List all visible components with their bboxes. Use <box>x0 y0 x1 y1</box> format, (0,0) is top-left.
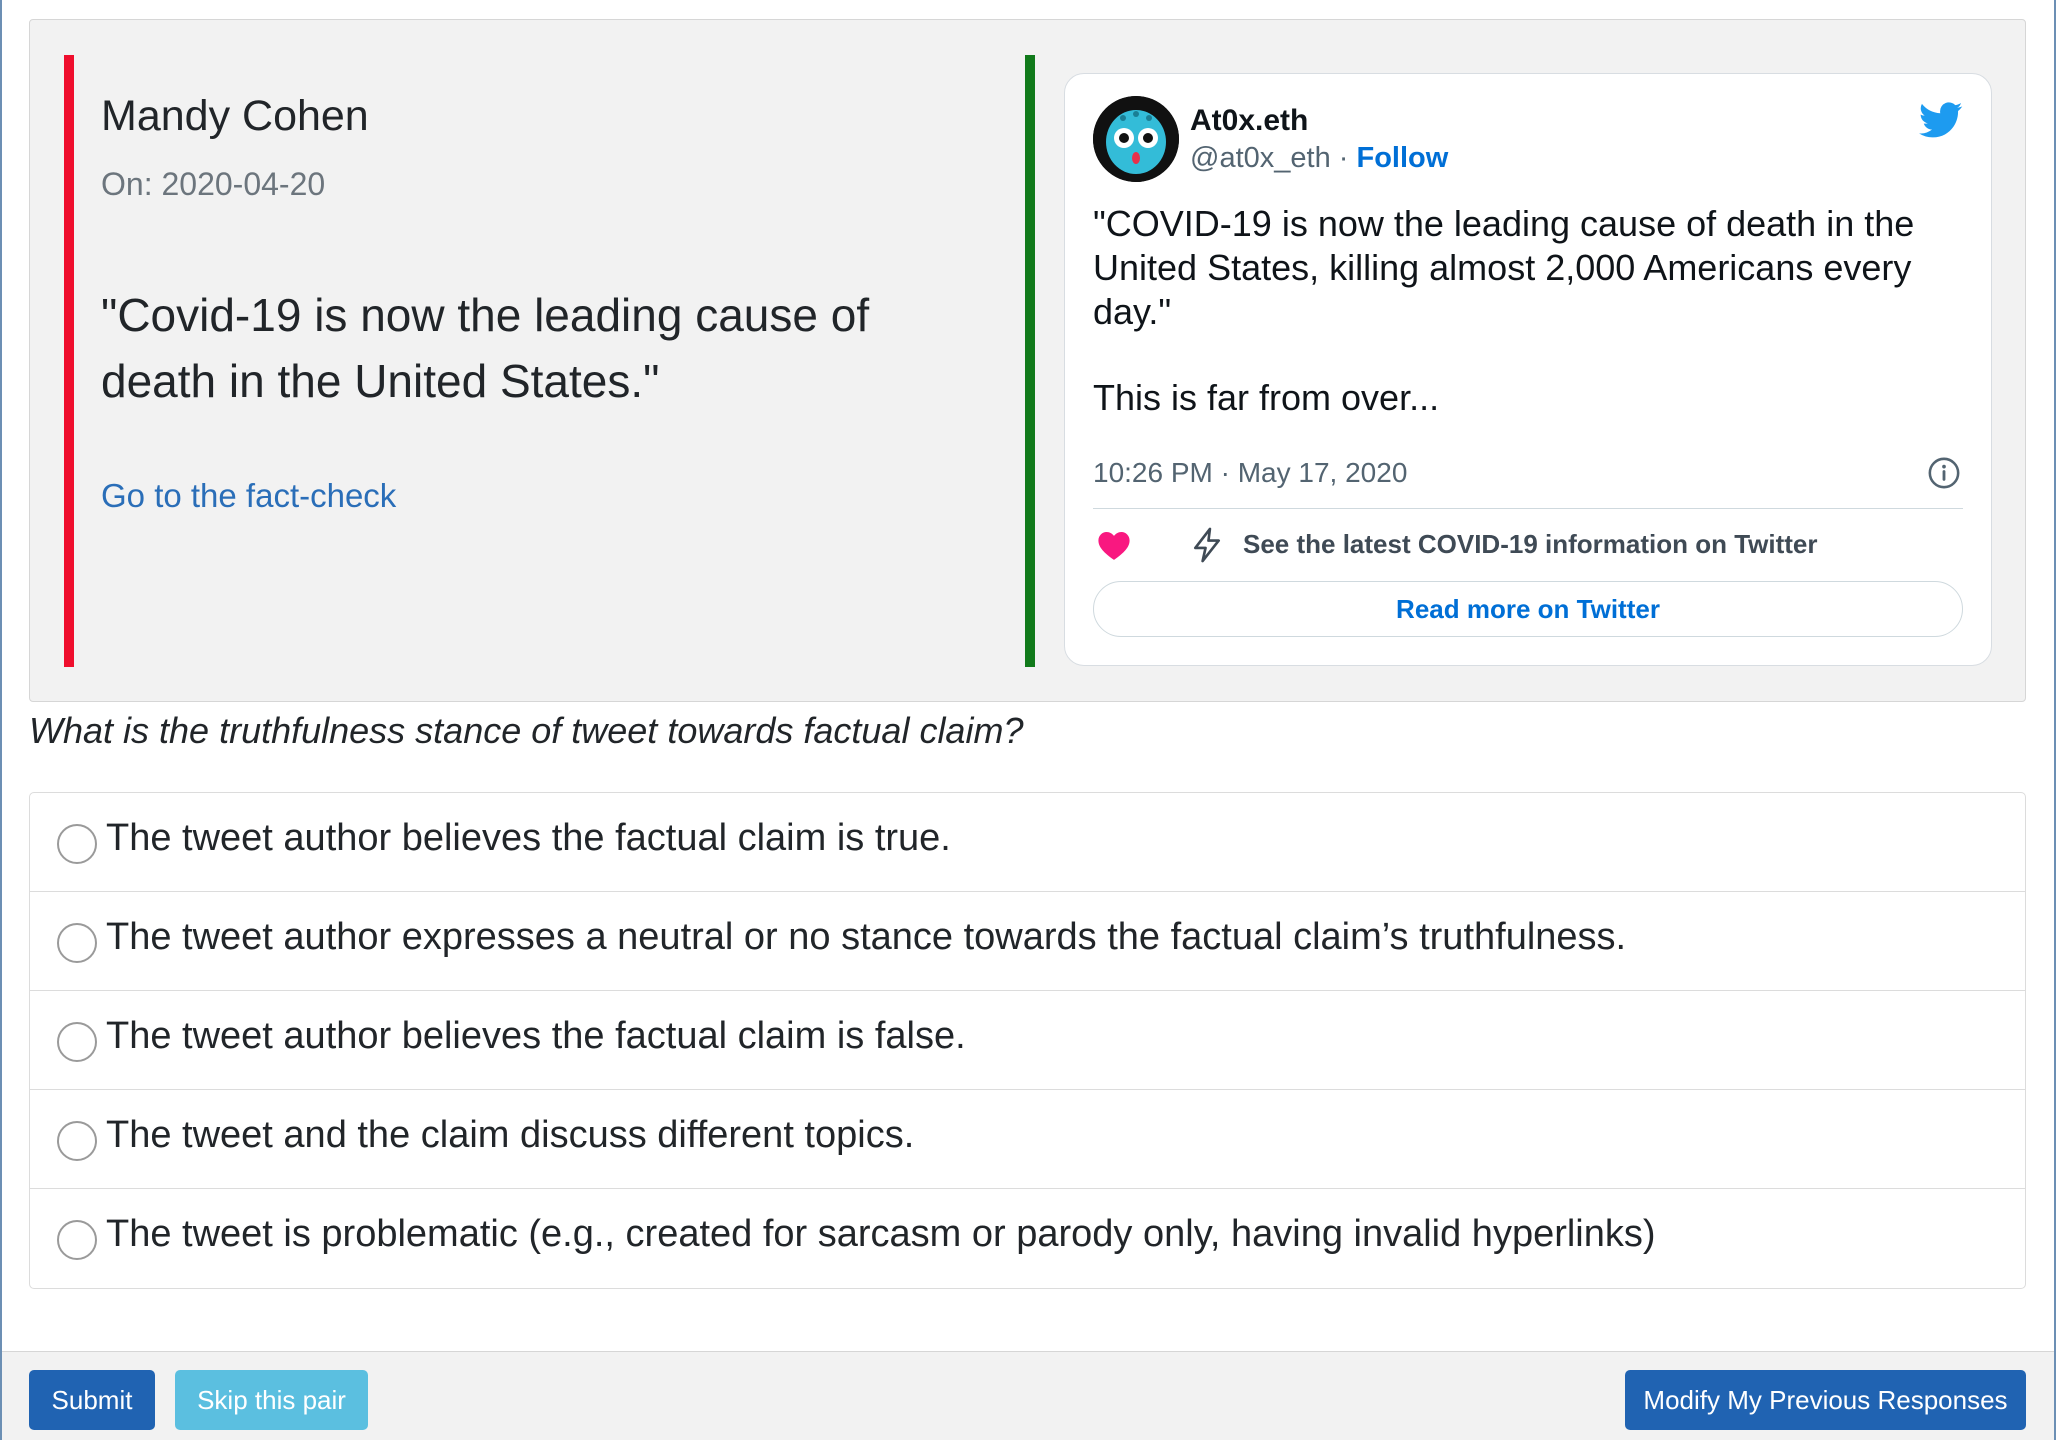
option-label[interactable]: The tweet is problematic (e.g., created … <box>106 1213 1656 1256</box>
tweet-handle[interactable]: @at0x_eth <box>1190 142 1331 174</box>
option-label[interactable]: The tweet and the claim discuss differen… <box>106 1114 914 1157</box>
stance-options: The tweet author believes the factual cl… <box>29 792 2026 1289</box>
claim-quote: "Covid-19 is now the leading cause of de… <box>101 289 870 407</box>
option-false[interactable]: The tweet author believes the factual cl… <box>30 991 2025 1090</box>
heart-icon[interactable] <box>1097 529 1131 561</box>
option-label[interactable]: The tweet author believes the factual cl… <box>106 817 951 860</box>
twitter-bird-icon[interactable] <box>1919 98 1963 142</box>
tweet-handle-row: @at0x_eth · Follow <box>1190 142 1448 175</box>
tweet-text: "COVID-19 is now the leading cause of de… <box>1093 202 1963 420</box>
claim-tweet-panel: Mandy Cohen On: 2020-04-20 "Covid-19 is … <box>29 19 2026 702</box>
tweet-author-name[interactable]: At0x.eth <box>1190 104 1308 138</box>
tweet-divider <box>1093 508 1963 509</box>
claim-date: On: 2020-04-20 <box>101 166 326 202</box>
radio-button[interactable] <box>57 824 97 864</box>
avatar-icon <box>1093 96 1179 182</box>
info-icon[interactable] <box>1927 456 1961 490</box>
radio-button[interactable] <box>57 1220 97 1260</box>
option-neutral[interactable]: The tweet author expresses a neutral or … <box>30 892 2025 991</box>
fact-check-link[interactable]: Go to the fact-check <box>101 477 396 515</box>
option-label[interactable]: The tweet author believes the factual cl… <box>106 1015 966 1058</box>
tweet-text-paragraph-2: This is far from over... <box>1093 377 1440 418</box>
radio-button[interactable] <box>57 1121 97 1161</box>
tweet-accent-bar <box>1025 55 1035 667</box>
option-true[interactable]: The tweet author believes the factual cl… <box>30 793 2025 892</box>
question-prompt: What is the truthfulness stance of tweet… <box>29 710 1024 751</box>
submit-button[interactable]: Submit <box>29 1370 155 1430</box>
radio-button[interactable] <box>57 923 97 963</box>
skip-pair-button[interactable]: Skip this pair <box>175 1370 368 1430</box>
embedded-tweet: At0x.eth @at0x_eth · Follow "COVID-19 is… <box>1064 73 1992 666</box>
tweet-timestamp[interactable]: 10:26 PM · May 17, 2020 <box>1093 457 1407 489</box>
follow-link[interactable]: Follow <box>1356 142 1448 174</box>
claim-accent-bar <box>64 55 74 667</box>
claim-speaker: Mandy Cohen <box>101 92 369 140</box>
tweet-text-paragraph-1: "COVID-19 is now the leading cause of de… <box>1093 203 1915 332</box>
avatar[interactable] <box>1093 96 1179 182</box>
modify-responses-button[interactable]: Modify My Previous Responses <box>1625 1370 2026 1430</box>
option-label[interactable]: The tweet author expresses a neutral or … <box>106 916 1626 959</box>
covid-info-link[interactable]: See the latest COVID-19 information on T… <box>1243 529 1818 560</box>
option-different-topics[interactable]: The tweet and the claim discuss differen… <box>30 1090 2025 1189</box>
radio-button[interactable] <box>57 1022 97 1062</box>
bolt-icon <box>1193 527 1221 563</box>
option-problematic[interactable]: The tweet is problematic (e.g., created … <box>30 1189 2025 1288</box>
read-more-button[interactable]: Read more on Twitter <box>1093 581 1963 637</box>
handle-separator: · <box>1330 142 1357 174</box>
